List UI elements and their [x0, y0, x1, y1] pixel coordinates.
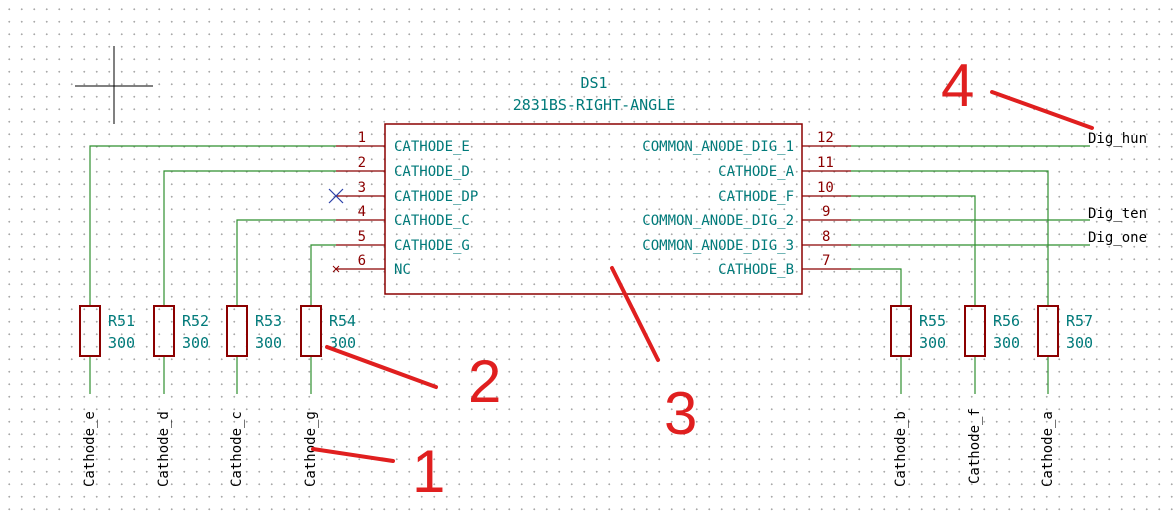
resistor-value-r56: 300	[993, 334, 1020, 352]
pin-name-cathode-g: CATHODE_G	[394, 238, 470, 254]
pin-name-cathode-d: CATHODE_D	[394, 164, 470, 180]
resistor-r54[interactable]	[300, 305, 322, 357]
resistor-ref-r51: R51	[108, 312, 135, 330]
pin-name-cathode-b: CATHODE_B	[718, 262, 794, 278]
resistor-ref-r53: R53	[255, 312, 282, 330]
resistor-ref-r52: R52	[182, 312, 209, 330]
pin-number-4: 4	[358, 204, 366, 220]
net-label-dig-ten[interactable]: Dig_ten	[1088, 206, 1147, 222]
net-label-cathode-f[interactable]: Cathode_f	[967, 408, 983, 484]
pin-number-1: 1	[358, 130, 366, 146]
resistor-r55[interactable]	[890, 305, 912, 357]
resistor-ref-r55: R55	[919, 312, 946, 330]
pin-name-cathode-f: CATHODE_F	[718, 189, 794, 205]
pin-number-3: 3	[358, 180, 366, 196]
net-label-cathode-a[interactable]: Cathode_a	[1040, 411, 1056, 487]
net-label-cathode-d[interactable]: Cathode_d	[156, 411, 172, 487]
pin-number-10: 10	[817, 180, 834, 196]
net-label-cathode-e[interactable]: Cathode_e	[82, 411, 98, 487]
net-label-cathode-b[interactable]: Cathode_b	[893, 411, 909, 487]
resistor-bodies	[79, 305, 1059, 357]
resistor-r51[interactable]	[79, 305, 101, 357]
resistor-value-r57: 300	[1066, 334, 1093, 352]
pin-number-12: 12	[817, 130, 834, 146]
pin-number-7: 7	[822, 253, 830, 269]
annotation-3: 3	[664, 380, 697, 447]
component-reference: DS1	[580, 74, 607, 92]
pin-name-common-anode-dig-3: COMMON_ANODE_DIG_3	[642, 238, 794, 254]
pin-number-11: 11	[817, 155, 834, 171]
pin-number-2: 2	[358, 155, 366, 171]
crosshair-cursor-icon	[75, 46, 153, 124]
net-label-cathode-c[interactable]: Cathode_c	[229, 411, 245, 487]
annotation-2: 2	[468, 348, 501, 415]
pin-name-cathode-a: CATHODE_A	[718, 164, 794, 180]
schematic-canvas[interactable]: DS1 2831BS-RIGHT-ANGLE 1 2 3 4 5 6 CATHO…	[0, 0, 1174, 514]
pin-name-common-anode-dig-2: COMMON_ANODE_DIG_2	[642, 213, 794, 229]
pin-number-5: 5	[358, 229, 366, 245]
net-label-dig-one[interactable]: Dig_one	[1088, 230, 1147, 246]
resistor-ref-r54: R54	[329, 312, 356, 330]
resistor-r53[interactable]	[226, 305, 248, 357]
resistor-r56[interactable]	[964, 305, 986, 357]
resistor-value-r52: 300	[182, 334, 209, 352]
resistor-ref-r57: R57	[1066, 312, 1093, 330]
pin-name-cathode-dp: CATHODE_DP	[394, 189, 478, 205]
resistor-ref-r56: R56	[993, 312, 1020, 330]
resistor-r57[interactable]	[1037, 305, 1059, 357]
pin-name-cathode-e: CATHODE_E	[394, 139, 470, 155]
pin-number-8: 8	[822, 229, 830, 245]
pin-name-nc: NC	[394, 262, 411, 278]
schematic-svg: DS1 2831BS-RIGHT-ANGLE 1 2 3 4 5 6 CATHO…	[75, 46, 1147, 505]
pin-name-cathode-c: CATHODE_C	[394, 213, 470, 229]
resistor-r52[interactable]	[153, 305, 175, 357]
resistor-value-r53: 300	[255, 334, 282, 352]
annotation-4: 4	[941, 52, 974, 119]
annotation-1: 1	[412, 438, 445, 505]
resistor-value-r51: 300	[108, 334, 135, 352]
pin-name-common-anode-dig-1: COMMON_ANODE_DIG_1	[642, 139, 794, 155]
net-label-dig-hun[interactable]: Dig_hun	[1088, 131, 1147, 147]
pin-number-9: 9	[822, 204, 830, 220]
pin-number-6: 6	[358, 253, 366, 269]
resistor-value-r55: 300	[919, 334, 946, 352]
component-value: 2831BS-RIGHT-ANGLE	[513, 96, 676, 114]
